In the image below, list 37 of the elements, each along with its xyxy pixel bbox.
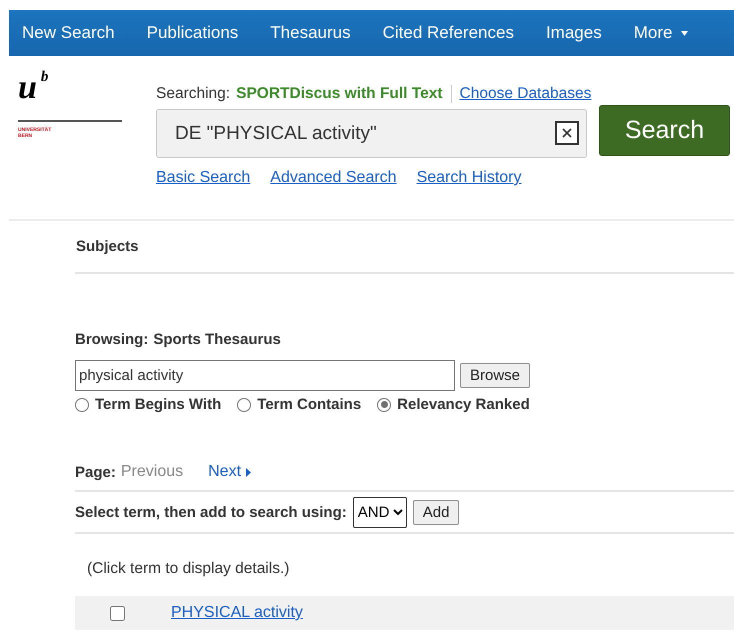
nav-link[interactable]: Publications	[146, 23, 238, 43]
nav-link[interactable]: New Search	[22, 23, 115, 43]
search-mode-link[interactable]: Basic Search	[156, 169, 250, 187]
section-title: Subjects	[75, 221, 734, 274]
search-mode-link[interactable]: Search History	[416, 169, 522, 187]
nav-link[interactable]: Cited References	[382, 23, 514, 43]
searching-label: Searching:	[156, 85, 230, 103]
caret-icon	[246, 468, 252, 476]
radio-label: Term Begins With	[95, 396, 222, 413]
term-checkbox[interactable]	[110, 606, 125, 620]
add-instruction: Select term, then add to search using:	[75, 504, 347, 520]
search-field[interactable]: DE "PHYSICAL activity"	[156, 109, 587, 158]
browse-button[interactable]: Browse	[460, 363, 530, 388]
operator-select[interactable]: AND	[352, 496, 407, 528]
radio-button[interactable]	[377, 398, 392, 412]
next-link[interactable]: Next	[208, 463, 252, 481]
radio-label: Relevancy Ranked	[397, 396, 530, 413]
radio-button[interactable]	[75, 398, 89, 412]
close-icon	[562, 128, 572, 138]
radio-button[interactable]	[237, 398, 252, 412]
close-button[interactable]	[555, 121, 579, 145]
choose-databases-link[interactable]: Choose Databases	[460, 85, 592, 103]
nav-link[interactable]: More	[634, 23, 688, 43]
radio-label: Term Contains	[257, 396, 362, 413]
add-button[interactable]: Add	[412, 500, 460, 524]
term-link[interactable]: PHYSICAL activity	[171, 604, 303, 622]
hint-text: (Click term to display details.)	[86, 559, 290, 579]
browse-field[interactable]: physical activity	[75, 360, 455, 391]
nav-link[interactable]: Images	[546, 23, 602, 43]
caret-icon	[681, 30, 688, 36]
browsing-label: Browsing:	[75, 331, 148, 348]
page-label: Page:	[75, 464, 116, 480]
nav-link[interactable]: Thesaurus	[270, 23, 351, 43]
search-button[interactable]: Search	[599, 105, 730, 156]
search-mode-link[interactable]: Advanced Search	[270, 169, 397, 187]
database-name: SPORTDiscus with Full Text	[236, 85, 443, 103]
thesaurus-name: Sports Thesaurus	[153, 331, 281, 348]
